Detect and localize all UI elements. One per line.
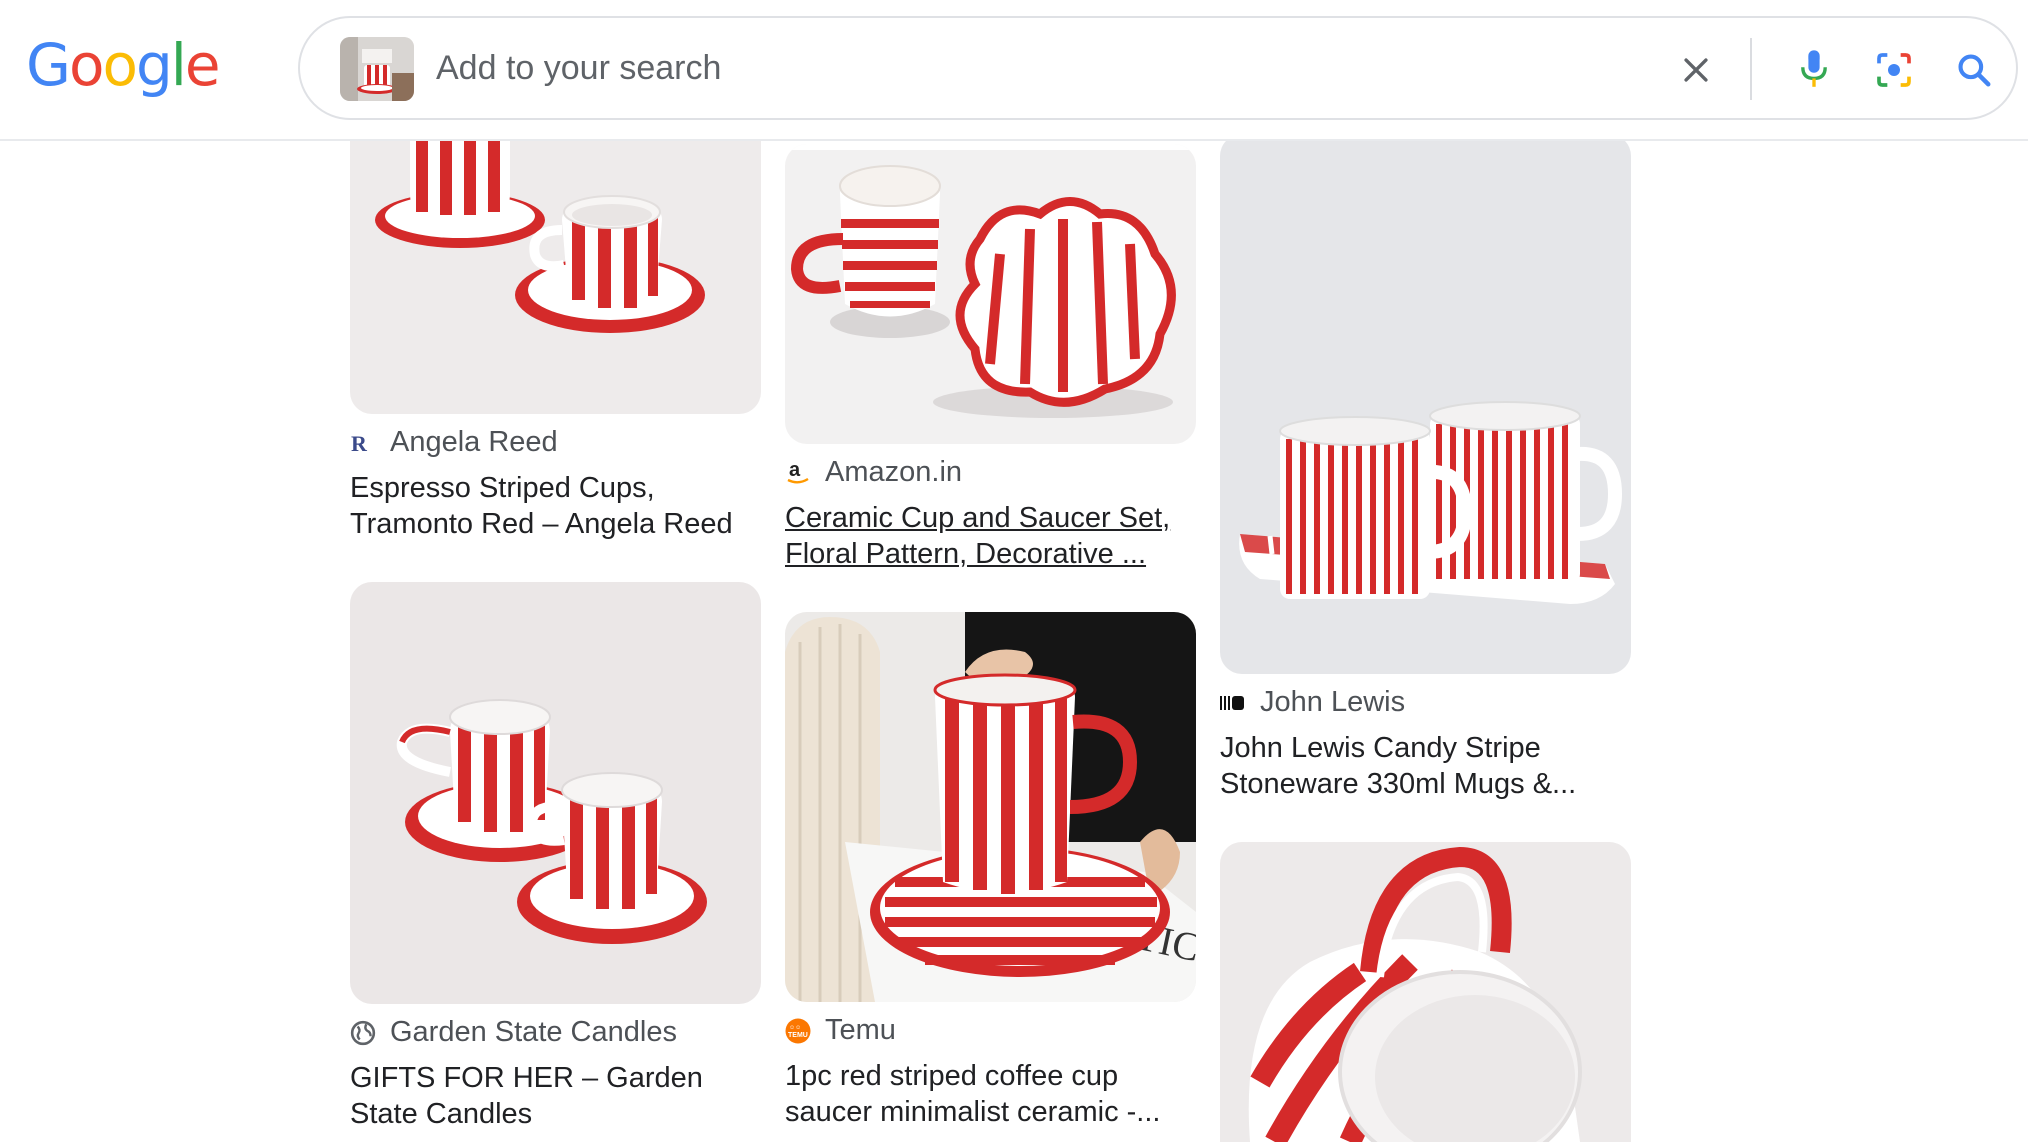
svg-text:a: a bbox=[789, 460, 801, 481]
result-image[interactable]: NTIC bbox=[785, 612, 1196, 1002]
result-image[interactable] bbox=[1220, 134, 1631, 674]
microphone-icon[interactable] bbox=[1788, 44, 1840, 96]
search-divider bbox=[1750, 38, 1752, 100]
logo-letter: g bbox=[135, 31, 173, 99]
amazon-logo-icon: a bbox=[785, 460, 811, 486]
clear-icon[interactable] bbox=[1670, 44, 1722, 96]
google-logo[interactable]: Google bbox=[26, 30, 221, 100]
globe-icon bbox=[350, 1020, 376, 1046]
source-name: Temu bbox=[825, 1014, 896, 1046]
temu-logo-icon: ☺☺ TEMU bbox=[785, 1018, 811, 1044]
search-input[interactable] bbox=[436, 43, 1336, 93]
header-bar: Google bbox=[0, 0, 2028, 141]
result-image[interactable] bbox=[785, 144, 1196, 444]
logo-letter: o bbox=[102, 31, 137, 99]
search-icon[interactable] bbox=[1948, 44, 2000, 96]
svg-text:R: R bbox=[351, 433, 368, 453]
result-title[interactable]: John Lewis Candy Stripe Stoneware 330ml … bbox=[1220, 730, 1631, 802]
result-source[interactable]: a Amazon.in bbox=[785, 456, 962, 489]
svg-text:☺☺: ☺☺ bbox=[789, 1025, 801, 1031]
result-title[interactable]: GIFTS FOR HER – Garden State Candles bbox=[350, 1060, 761, 1132]
logo-letter: o bbox=[68, 31, 104, 99]
source-name: Amazon.in bbox=[825, 456, 963, 488]
source-name: Garden State Candles bbox=[390, 1016, 677, 1048]
result-source[interactable]: ☺☺ TEMU Temu bbox=[785, 1014, 896, 1047]
result-title[interactable]: 1pc red striped coffee cup saucer minima… bbox=[785, 1058, 1196, 1130]
result-image[interactable] bbox=[350, 100, 761, 414]
result-source[interactable]: John Lewis bbox=[1220, 686, 1405, 719]
result-title[interactable]: Ceramic Cup and Saucer Set, Floral Patte… bbox=[785, 500, 1196, 572]
query-image-thumbnail[interactable] bbox=[340, 37, 414, 101]
lens-camera-icon[interactable] bbox=[1868, 44, 1920, 96]
source-name: John Lewis bbox=[1260, 686, 1406, 718]
result-source[interactable]: Garden State Candles bbox=[350, 1016, 677, 1049]
john-lewis-logo-icon bbox=[1220, 690, 1246, 716]
angela-reed-logo-icon: R bbox=[350, 430, 376, 456]
svg-text:TEMU: TEMU bbox=[788, 1032, 808, 1039]
result-source[interactable]: R Angela Reed bbox=[350, 426, 558, 459]
result-title[interactable]: Espresso Striped Cups, Tramonto Red – An… bbox=[350, 470, 761, 542]
search-box[interactable] bbox=[298, 16, 2018, 120]
logo-letter: G bbox=[26, 31, 71, 99]
result-image[interactable] bbox=[350, 582, 761, 1004]
source-name: Angela Reed bbox=[390, 426, 558, 458]
result-image[interactable] bbox=[1220, 842, 1631, 1142]
logo-letter: e bbox=[184, 31, 221, 99]
logo-letter: l bbox=[170, 31, 187, 99]
